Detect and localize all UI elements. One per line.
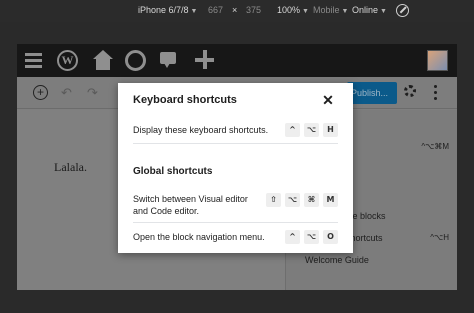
updates-icon[interactable] — [125, 50, 146, 71]
close-icon[interactable]: ✕ — [320, 92, 336, 108]
more-options-icon[interactable] — [434, 85, 437, 103]
menu-shortcut: ^⌥⌘M — [421, 142, 449, 151]
avatar[interactable] — [427, 50, 448, 71]
undo-button[interactable]: ↶ — [61, 85, 72, 101]
shortcut-description: Open the block navigation menu. — [133, 232, 265, 242]
shortcut-row: Switch between Visual editor and Code ed… — [133, 190, 338, 223]
description-line: and Code editor. — [133, 206, 200, 216]
comments-icon[interactable] — [160, 50, 177, 71]
add-new-icon[interactable] — [195, 50, 214, 71]
key: ⌥ — [304, 123, 319, 137]
key: ⌥ — [285, 193, 300, 207]
shortcut-keys: ^ ⌥ O — [285, 230, 338, 244]
settings-gear-icon[interactable] — [404, 85, 416, 97]
width-input[interactable]: 667 — [208, 5, 223, 15]
key: ⇧ — [266, 193, 281, 207]
description-line: Switch between Visual editor — [133, 194, 248, 204]
paragraph-block[interactable]: Lalala. — [54, 160, 87, 175]
add-block-button[interactable]: + — [33, 85, 48, 100]
caret-down-icon: ▼ — [190, 8, 198, 15]
height-input[interactable]: 375 — [246, 5, 261, 15]
menu-item-welcome-guide[interactable]: Welcome Guide — [305, 255, 369, 265]
menu-shortcut: ^⌥H — [430, 233, 449, 242]
modal-header: Keyboard shortcuts ✕ — [118, 83, 353, 116]
section-title: Global shortcuts — [133, 166, 213, 177]
network-label: Online — [352, 5, 379, 15]
caret-down-icon: ▼ — [302, 8, 309, 15]
key: ⌘ — [304, 193, 319, 207]
home-icon[interactable] — [93, 50, 113, 71]
rotate-icon[interactable] — [396, 4, 409, 17]
redo-button[interactable]: ↷ — [87, 85, 98, 101]
caret-down-icon: ▼ — [380, 8, 387, 15]
publish-button[interactable]: Publish... — [347, 82, 397, 104]
admin-bar: W — [17, 44, 457, 77]
menu-icon[interactable] — [23, 50, 45, 71]
dimension-separator: × — [232, 5, 238, 15]
key: M — [323, 193, 338, 207]
device-select[interactable]: iPhone 6/7/8 ▼ — [138, 5, 197, 15]
keyboard-shortcuts-modal: Keyboard shortcuts ✕ Display these keybo… — [118, 83, 353, 253]
zoom-select[interactable]: 100% ▼ — [277, 5, 309, 15]
modal-title: Keyboard shortcuts — [133, 94, 237, 106]
caret-down-icon: ▼ — [341, 8, 349, 15]
mode-select[interactable]: Mobile ▼ — [313, 5, 348, 15]
network-select[interactable]: Online ▼ — [352, 5, 387, 15]
shortcut-row: Open the block navigation menu. ^ ⌥ O — [133, 226, 338, 250]
mode-label: Mobile — [313, 5, 340, 15]
wordpress-logo-icon[interactable]: W — [57, 50, 78, 71]
key: O — [323, 230, 338, 244]
shortcut-keys: ^ ⌥ H — [285, 123, 338, 137]
shortcut-keys: ⇧ ⌥ ⌘ M — [266, 193, 338, 207]
devtools-device-toolbar: iPhone 6/7/8 ▼ 667 × 375 100% ▼ Mobile ▼ On… — [0, 0, 474, 22]
shortcut-description: Display these keyboard shortcuts. — [133, 125, 269, 135]
key: ⌥ — [304, 230, 319, 244]
key: H — [323, 123, 338, 137]
key: ^ — [285, 123, 300, 137]
device-label: iPhone 6/7/8 — [138, 5, 189, 15]
shortcut-description: Switch between Visual editor and Code ed… — [133, 193, 248, 217]
zoom-label: 100% — [277, 5, 301, 15]
key: ^ — [285, 230, 300, 244]
shortcut-row: Display these keyboard shortcuts. ^ ⌥ H — [133, 120, 338, 144]
